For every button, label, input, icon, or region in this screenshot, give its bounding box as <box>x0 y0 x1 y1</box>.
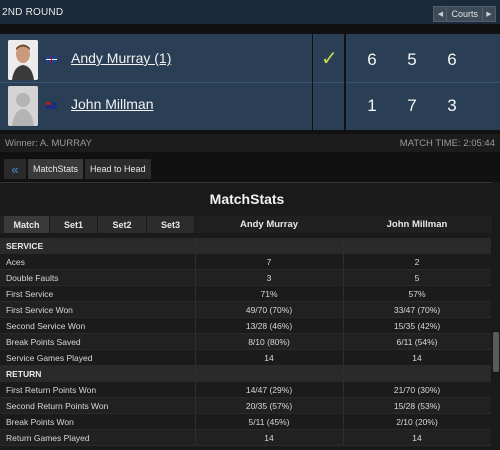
tab-match[interactable]: Match <box>4 216 50 233</box>
section-header-row: RETURN <box>0 366 491 382</box>
round-label: 2ND ROUND <box>2 6 64 18</box>
stat-label: Aces <box>6 256 25 267</box>
stat-value-player2: 33/47 (70%) <box>393 304 441 315</box>
column-separator <box>195 238 196 254</box>
stat-row: Service Games Played 14 14 <box>0 350 491 366</box>
set-score: 5 <box>407 50 417 69</box>
column-header-player1: Andy Murray <box>239 219 299 230</box>
double-chevron-left-icon[interactable]: « <box>4 159 26 179</box>
match-time: MATCH TIME: 2:05:44 <box>399 137 495 149</box>
column-separator <box>343 366 344 382</box>
stat-value-player2: 15/35 (42%) <box>393 320 441 331</box>
stat-label: Second Return Points Won <box>6 400 109 411</box>
stat-value-player1: 20/35 (57%) <box>245 400 293 411</box>
scrollbar[interactable] <box>492 182 500 450</box>
stat-value-player2: 2 <box>414 256 420 267</box>
stats-tabs: « MatchStats Head to Head <box>0 158 500 180</box>
stat-value-player2: 14 <box>412 432 422 443</box>
stat-value-player1: 5/11 (45%) <box>248 416 290 427</box>
stats-table: SERVICE Aces 7 2 Double Faults 3 5 First Servic… <box>0 238 491 446</box>
panel-title: MatchStats <box>209 191 285 207</box>
result-bar: Winner: A. MURRAY MATCH TIME: 2:05:44 <box>0 134 500 152</box>
player-photo-placeholder <box>8 86 38 126</box>
gb-flag-icon <box>46 56 57 63</box>
stat-label: Service Games Played <box>6 352 93 363</box>
player-row-millman: John Millman 1 7 3 <box>0 82 500 128</box>
set-score: 1 <box>367 96 377 115</box>
au-flag-icon <box>46 102 57 109</box>
tab-matchstats[interactable]: MatchStats <box>28 159 84 179</box>
courts-control: ◀ Courts ▶ <box>433 6 496 22</box>
stat-value-player2: 2/10 (20%) <box>396 416 438 427</box>
stat-row: Break Points Saved 8/10 (80%) 6/11 (54%) <box>0 334 491 350</box>
stat-value-player2: 5 <box>414 272 420 283</box>
stat-value-player1: 14 <box>264 352 274 363</box>
tab-set3[interactable]: Set3 <box>147 216 195 233</box>
column-header-player2: John Millman <box>386 219 448 230</box>
stats-header-row: Match Set1 Set2 Set3 Andy Murray John Mi… <box>0 216 494 233</box>
set-score: 6 <box>367 50 377 69</box>
set-score: 7 <box>407 96 417 115</box>
chevron-left-icon[interactable]: ◀ <box>433 6 448 22</box>
stat-label: Second Service Won <box>6 320 86 331</box>
stat-value-player1: 7 <box>266 256 272 267</box>
stat-value-player1: 8/10 (80%) <box>248 336 290 347</box>
stat-row: Return Games Played 14 14 <box>0 430 491 446</box>
matchstats-panel: MatchStats Match Set1 Set2 Set3 Andy Mur… <box>0 182 494 450</box>
stat-value-player1: 49/70 (70%) <box>245 304 293 315</box>
scrollbar-thumb[interactable] <box>493 332 499 372</box>
stat-value-player2: 15/28 (53%) <box>393 400 441 411</box>
column-separator <box>195 366 196 382</box>
stat-value-player1: 14/47 (29%) <box>245 384 293 395</box>
stat-row: Second Service Won 13/28 (46%) 15/35 (42%) <box>0 318 491 334</box>
column-separator <box>343 238 344 254</box>
stat-value-player2: 14 <box>412 352 422 363</box>
player-photo <box>8 40 38 80</box>
set-score: 3 <box>447 96 457 115</box>
stat-row: First Service 71% 57% <box>0 286 491 302</box>
stat-value-player1: 71% <box>260 288 278 299</box>
chevron-right-icon[interactable]: ▶ <box>482 6 496 22</box>
winner-text: Winner: A. MURRAY <box>5 137 92 149</box>
section-header-row: SERVICE <box>0 238 491 254</box>
stat-value-player1: 14 <box>264 432 274 443</box>
stat-value-player2: 21/70 (30%) <box>393 384 441 395</box>
stat-label: Double Faults <box>6 272 59 283</box>
scoreboard: Andy Murray (1) 6 5 6 John Millman 1 7 3… <box>0 34 500 130</box>
player-row-murray: Andy Murray (1) 6 5 6 <box>0 36 500 82</box>
tab-head-to-head[interactable]: Head to Head <box>85 159 151 179</box>
stat-label: Break Points Won <box>6 416 74 427</box>
stat-row: First Service Won 49/70 (70%) 33/47 (70%) <box>0 302 491 318</box>
player-name[interactable]: Andy Murray (1) <box>71 50 171 66</box>
tab-set2[interactable]: Set2 <box>98 216 147 233</box>
player-name[interactable]: John Millman <box>71 96 153 112</box>
set-score: 6 <box>447 50 457 69</box>
round-bar: 2ND ROUND ◀ Courts ▶ <box>0 0 500 24</box>
stat-row: Second Return Points Won 20/35 (57%) 15/28… <box>0 398 491 414</box>
stat-row: Aces 7 2 <box>0 254 491 270</box>
stat-label: RETURN <box>6 368 42 379</box>
stat-value-player1: 13/28 (46%) <box>245 320 293 331</box>
stat-label: First Service Won <box>6 304 73 315</box>
stat-row: Break Points Won 5/11 (45%) 2/10 (20%) <box>0 414 491 430</box>
tab-set1[interactable]: Set1 <box>50 216 98 233</box>
stat-label: First Service <box>6 288 54 299</box>
winner-column: ✓ <box>312 34 346 130</box>
stat-value-player2: 6/11 (54%) <box>396 336 438 347</box>
stat-label: Break Points Saved <box>6 336 81 347</box>
stat-label: SERVICE <box>6 240 44 251</box>
courts-label[interactable]: Courts <box>447 6 482 22</box>
check-icon: ✓ <box>321 48 338 70</box>
stat-value-player1: 3 <box>266 272 272 283</box>
stat-label: First Return Points Won <box>6 384 97 395</box>
stat-row: First Return Points Won 14/47 (29%) 21/70 … <box>0 382 491 398</box>
stat-label: Return Games Played <box>6 432 90 443</box>
stat-value-player2: 57% <box>408 288 426 299</box>
stat-row: Double Faults 3 5 <box>0 270 491 286</box>
